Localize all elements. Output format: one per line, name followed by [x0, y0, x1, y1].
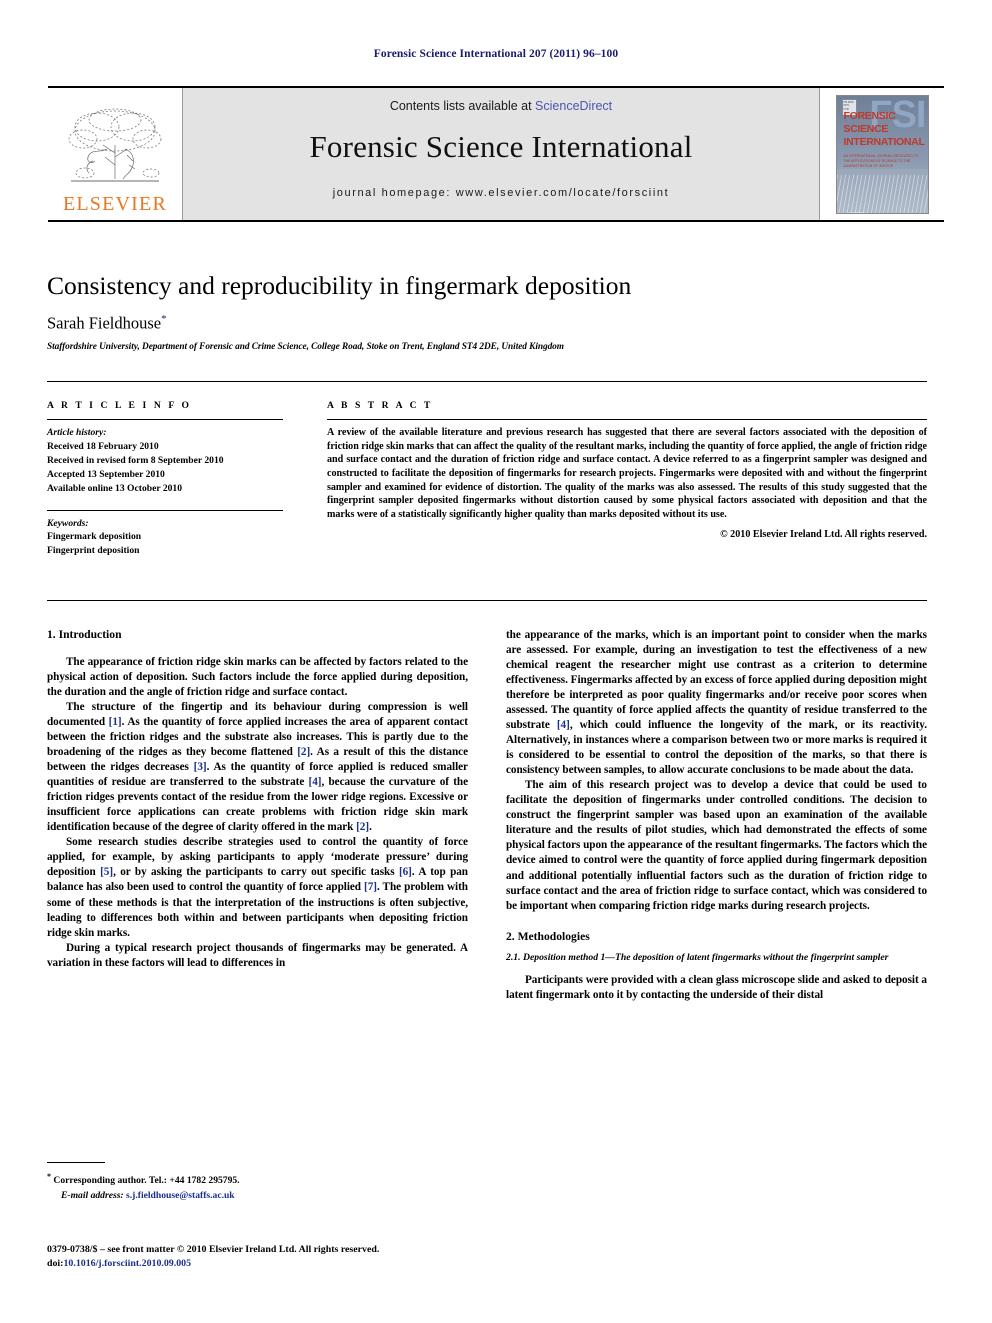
article-info-abstract-panel: A R T I C L E I N F O Article history: R…	[47, 381, 927, 601]
body-columns: 1. Introduction The appearance of fricti…	[47, 628, 927, 1003]
article-page: Forensic Science International 207 (2011…	[0, 0, 992, 1323]
journal-banner: Contents lists available at ScienceDirec…	[182, 88, 820, 220]
reference-link[interactable]: [2]	[356, 821, 369, 833]
contents-prefix: Contents lists available at	[389, 99, 536, 113]
reference-link[interactable]: [5]	[100, 866, 113, 878]
left-column: 1. Introduction The appearance of fricti…	[47, 628, 468, 1003]
journal-homepage-link[interactable]: journal homepage: www.elsevier.com/locat…	[333, 187, 670, 199]
keyword-item: Fingerprint deposition	[47, 545, 140, 557]
abstract-label: A B S T R A C T	[327, 400, 433, 411]
reference-link[interactable]: [1]	[109, 716, 122, 728]
right-column: the appearance of the marks, which is an…	[506, 628, 927, 1003]
reference-link[interactable]: [3]	[194, 761, 207, 773]
history-accepted: Accepted 13 September 2010	[47, 468, 165, 480]
corresponding-author-note: * Corresponding author. Tel.: +44 1782 2…	[47, 1171, 468, 1189]
paragraph: The aim of this research project was to …	[506, 779, 927, 912]
heading-methodologies: 2. Methodologies	[506, 929, 590, 943]
paragraph: the appearance of the marks, which is an…	[506, 629, 927, 777]
heading-deposition-method-1: 2.1. Deposition method 1—The deposition …	[506, 951, 889, 963]
elsevier-wordmark: ELSEVIER	[62, 193, 168, 215]
paragraph: The structure of the fingertip and its b…	[47, 700, 468, 835]
journal-masthead: ELSEVIER Contents lists available at Sci…	[48, 86, 944, 222]
journal-cover-block: FSI FSI ISSN 0379-0738 FORENSIC SCIENCE …	[820, 88, 944, 220]
article-history-label: Article history:	[47, 427, 107, 438]
author-affiliation: Staffordshire University, Department of …	[47, 342, 564, 352]
email-label: E-mail address:	[61, 1189, 124, 1201]
keyword-item: Fingermark deposition	[47, 531, 142, 543]
doi-link[interactable]: 10.1016/j.forsciint.2010.09.005	[63, 1258, 191, 1269]
doi-line: doi:10.1016/j.forsciint.2010.09.005	[47, 1257, 517, 1271]
doi-prefix: doi:	[47, 1258, 64, 1270]
history-online: Available online 13 October 2010	[47, 482, 183, 494]
reference-link[interactable]: [4]	[309, 776, 322, 788]
article-info-column: A R T I C L E I N F O Article history: R…	[47, 400, 299, 558]
abstract-column: A B S T R A C T A review of the availabl…	[299, 400, 927, 558]
imprint-block: 0379-0738/$ – see front matter © 2010 El…	[47, 1243, 517, 1272]
page-title: Consistency and reproducibility in finge…	[47, 271, 632, 300]
keywords-block: Keywords: Fingermark deposition Fingerpr…	[47, 509, 283, 559]
cover-title-line-1: FORENSIC	[843, 109, 896, 122]
reference-link[interactable]: [7]	[364, 881, 377, 893]
article-info-divider	[47, 419, 283, 420]
paragraph: Participants were provided with a clean …	[506, 973, 927, 1001]
history-revised: Received in revised form 8 September 201…	[47, 454, 224, 466]
footnote-divider	[47, 1162, 105, 1163]
contents-available-line: Contents lists available at ScienceDirec…	[390, 99, 612, 113]
paragraph: During a typical research project thousa…	[47, 941, 468, 969]
article-info-label: A R T I C L E I N F O	[47, 400, 192, 411]
paragraph: The appearance of friction ridge skin ma…	[47, 656, 468, 699]
abstract-text: A review of the available literature and…	[327, 427, 927, 521]
cover-subtitle: AN INTERNATIONAL JOURNAL DEDICATED TO TH…	[843, 153, 919, 168]
heading-introduction: 1. Introduction	[47, 628, 122, 641]
corresponding-author-marker[interactable]: *	[161, 313, 167, 325]
journal-title: Forensic Science International	[309, 129, 693, 164]
reference-link[interactable]: [2]	[297, 746, 310, 758]
journal-cover-image: FSI FSI ISSN 0379-0738 FORENSIC SCIENCE …	[835, 94, 929, 214]
cover-title-line-2: SCIENCE	[843, 122, 889, 135]
email-link[interactable]: s.j.fieldhouse@staffs.ac.uk	[126, 1190, 235, 1201]
reference-link[interactable]: [6]	[399, 866, 412, 878]
footnote-block: * Corresponding author. Tel.: +44 1782 2…	[47, 1162, 468, 1203]
reference-link[interactable]: [4]	[557, 719, 570, 731]
author-label: Sarah Fieldhouse	[47, 313, 162, 333]
elsevier-tree-icon	[68, 108, 162, 182]
keywords-divider	[47, 509, 283, 511]
cover-title-line-3: INTERNATIONAL	[843, 135, 925, 148]
history-received: Received 18 February 2010	[47, 440, 159, 452]
abstract-divider	[327, 419, 927, 420]
cover-journal-title: FORENSIC SCIENCE INTERNATIONAL	[844, 110, 925, 149]
sciencedirect-link[interactable]: ScienceDirect	[535, 99, 612, 113]
email-note: E-mail address: s.j.fieldhouse@staffs.ac…	[47, 1189, 468, 1203]
author-name: Sarah Fieldhouse*	[47, 313, 167, 334]
cover-landscape-graphic	[836, 168, 928, 213]
running-head: Forensic Science International 207 (2011…	[373, 48, 619, 60]
imprint-line: 0379-0738/$ – see front matter © 2010 El…	[47, 1244, 380, 1255]
corresponding-author-text: Corresponding author. Tel.: +44 1782 295…	[53, 1175, 240, 1187]
abstract-copyright: © 2010 Elsevier Ireland Ltd. All rights …	[720, 528, 927, 540]
paragraph: Some research studies describe strategie…	[47, 836, 468, 939]
paragraph-text: The structure of the fingertip and its b…	[47, 701, 468, 834]
footnote-marker: *	[47, 1172, 51, 1181]
publisher-logo-block: ELSEVIER	[48, 88, 182, 220]
keywords-label: Keywords:	[47, 517, 89, 529]
